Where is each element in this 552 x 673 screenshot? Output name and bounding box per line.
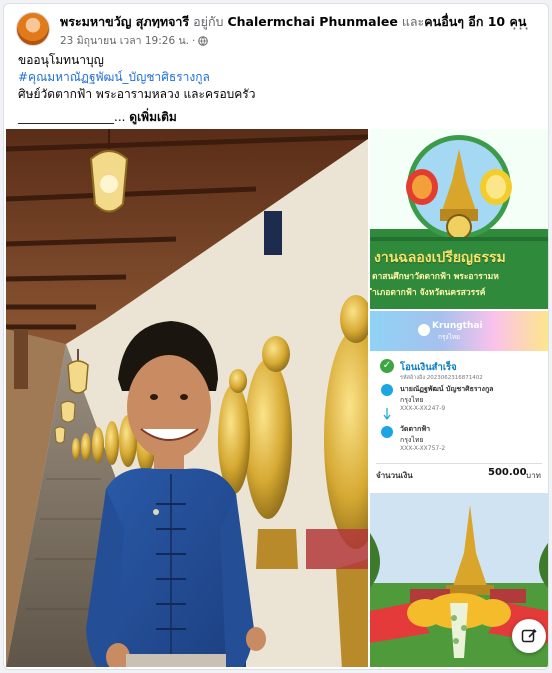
to-account: XXX-X-XX757-2 xyxy=(400,445,446,452)
see-more-link[interactable]: ดูเพิ่มเติม xyxy=(129,110,177,124)
amount-currency: บาท xyxy=(526,471,541,480)
body-line-3: ศิษย์วัดตากฟ้า พระอารามหลวง และครอบครัว xyxy=(18,87,256,101)
amount-value: 500.00 xyxy=(488,467,527,478)
bank-to-icon xyxy=(381,426,393,438)
receipt-divider xyxy=(376,463,542,464)
post-meta: 23 มิถุนายน เวลา 19:26 น. · xyxy=(60,32,209,49)
banner-sub2: ำเภอตากฟ้า จังหวัดนครสวรรค์ xyxy=(372,288,486,298)
to-name: วัดตากฟ้า xyxy=(400,425,431,433)
tagged-user[interactable]: Chalermchai Phunmalee xyxy=(227,14,397,29)
photo-main[interactable] xyxy=(6,129,368,667)
amount-label: จำนวนเงิน xyxy=(376,471,413,480)
banner-title: งานฉลองเปรียญธรรม xyxy=(374,250,506,266)
bank-from-icon xyxy=(381,384,393,396)
and-text: และ xyxy=(401,14,425,29)
post-header: พระมหาขวัญ สุภทฺทจารี อยู่กับ Chalermcha… xyxy=(16,12,536,48)
edit-icon xyxy=(521,628,537,643)
post-author-line: พระมหาขวัญ สุภทฺทจารี อยู่กับ Chalermcha… xyxy=(60,14,526,30)
avatar[interactable] xyxy=(16,12,50,46)
check-icon: ✓ xyxy=(380,359,394,373)
banner-sub1: ตาสนศึกษาวัดตากฟ้า พระอารามห xyxy=(372,272,499,282)
body-line-1: ขออนุโมทนาบุญ xyxy=(18,53,104,67)
photo-banner[interactable]: งานฉลองเปรียญธรรม ตาสนศึกษาวัดตากฟ้า พระ… xyxy=(370,129,548,309)
bank-name: Krungthai xyxy=(432,321,483,331)
arrow-down-icon xyxy=(383,408,391,420)
globe-icon xyxy=(198,35,209,46)
receipt-header: Krungthai กรุงไทย xyxy=(370,311,548,351)
post-body: ขออนุโมทนาบุญ #คุณมหาณัฏฐพัฒน์_บัญชาศิธร… xyxy=(18,52,534,126)
with-text: อยู่กับ xyxy=(193,14,224,29)
receipt-ref: รหัสอ้างอิง 2023062316871402 xyxy=(400,375,483,381)
photo-receipt[interactable]: Krungthai กรุงไทย ✓ โอนเงินสำเร็จ รหัสอ้… xyxy=(370,311,548,491)
receipt-status: โอนเงินสำเร็จ xyxy=(400,362,457,373)
bank-sub: กรุงไทย xyxy=(438,333,460,341)
post-card: พระมหาขวัญ สุภทฺทจารี อยู่กับ Chalermcha… xyxy=(3,3,549,670)
more-options-button[interactable]: ··· xyxy=(508,18,534,38)
from-name: นายณัฏฐพัฒน์ บัญชาศิธรางกูล xyxy=(400,385,494,393)
meta-separator: · xyxy=(191,34,196,47)
from-account: XXX-X-XX247-9 xyxy=(400,405,446,412)
body-line-4: ________________... ดูเพิ่มเติม xyxy=(18,109,534,126)
ellipsis-text: ________________... xyxy=(18,110,126,124)
author-name[interactable]: พระมหาขวัญ สุภทฺทจารี xyxy=(60,14,189,29)
photo-main-illustration xyxy=(6,129,368,667)
timestamp[interactable]: 23 มิถุนายน เวลา 19:26 น. xyxy=(60,32,189,49)
krungthai-logo-icon xyxy=(418,324,430,336)
edit-button[interactable] xyxy=(512,619,546,653)
photo-grid: งานฉลองเปรียญธรรม ตาสนศึกษาวัดตากฟ้า พระ… xyxy=(4,129,548,669)
hashtag-link[interactable]: #คุณมหาณัฏฐพัฒน์_บัญชาศิธรางกูล xyxy=(18,69,534,86)
